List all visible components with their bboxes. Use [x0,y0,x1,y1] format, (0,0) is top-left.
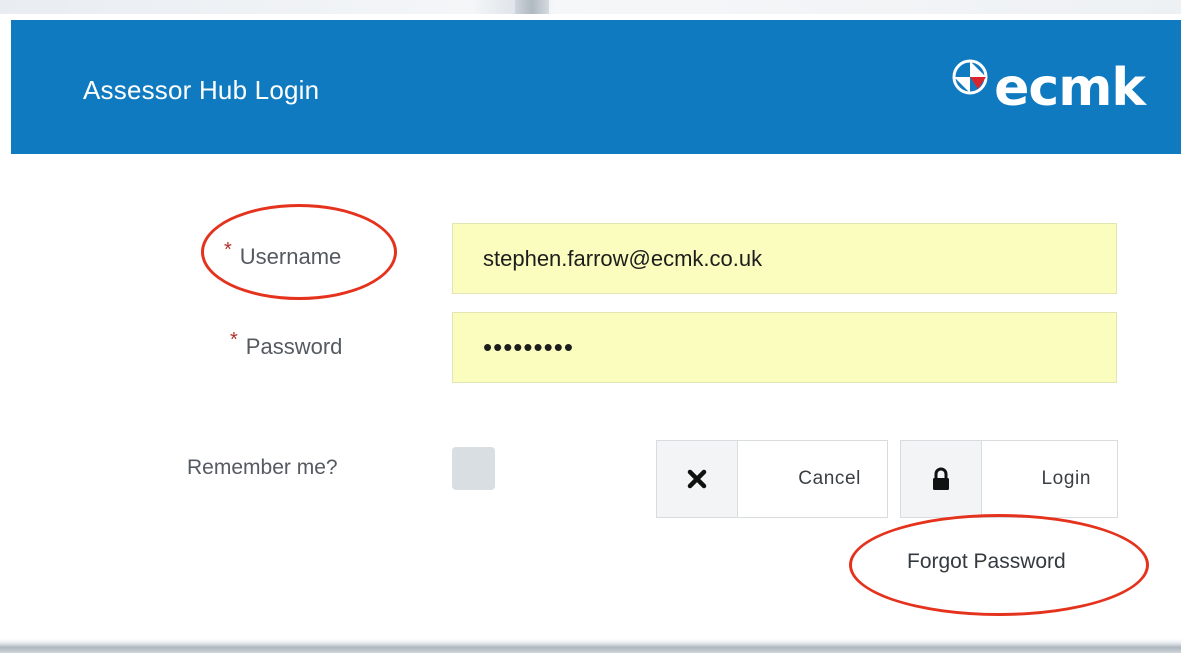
ecmk-logo: ecmk [952,48,1146,128]
login-dialog: Assessor Hub Login ecmk * Username * Passw… [11,14,1181,639]
background-strip-bottom [0,639,1181,653]
close-icon [657,441,738,517]
login-label: Login [1041,468,1091,489]
password-label: * Password [230,329,343,360]
dialog-title: Assessor Hub Login [83,75,320,105]
logo-mark-icon [952,59,988,95]
username-label-text: Username [239,244,342,269]
username-input[interactable] [452,223,1117,294]
required-marker: * [224,239,232,261]
cancel-button[interactable]: Cancel [656,440,888,518]
dialog-header: Assessor Hub Login ecmk [11,20,1181,154]
remember-me-checkbox[interactable] [452,447,495,490]
required-marker: * [230,329,238,351]
forgot-password-link[interactable]: Forgot Password [907,550,1066,574]
lock-icon [901,441,982,517]
cancel-label: Cancel [798,468,861,489]
login-button[interactable]: Login [900,440,1118,518]
logo-text: ecmk [994,58,1146,118]
password-label-text: Password [245,334,343,359]
username-label: * Username [224,239,342,270]
password-input[interactable] [452,312,1117,383]
background-strip-top [0,0,1181,14]
remember-me-label: Remember me? [187,456,338,479]
